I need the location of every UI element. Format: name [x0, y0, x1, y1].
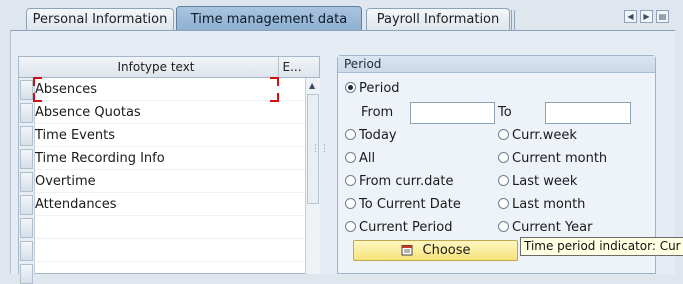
- radio-current-month[interactable]: Current month: [498, 150, 607, 168]
- row-selector-column: [19, 78, 35, 284]
- table-row[interactable]: [35, 239, 305, 262]
- radio-selected-icon: [345, 82, 356, 93]
- grip-icon: ⋮⋮: [311, 144, 329, 154]
- row-selector[interactable]: [20, 126, 33, 146]
- column-header-infotype-text[interactable]: Infotype text: [34, 57, 278, 77]
- row-selector[interactable]: [20, 195, 33, 215]
- period-group-title: Period: [338, 56, 655, 73]
- cell-focus-marker: [33, 77, 279, 102]
- scrollbar-thumb[interactable]: ⋮⋮: [307, 94, 329, 204]
- table-row[interactable]: Overtime: [35, 170, 305, 193]
- row-selector[interactable]: [20, 172, 33, 192]
- radio-last-month[interactable]: Last month: [498, 196, 585, 214]
- vertical-scrollbar[interactable]: ▲ ⋮⋮: [305, 78, 329, 274]
- column-header-e[interactable]: E...: [278, 57, 305, 77]
- table-header: Infotype text E...: [19, 57, 319, 78]
- table-row[interactable]: Attendances: [35, 193, 305, 216]
- arrow-right-icon[interactable]: ▶: [640, 10, 653, 23]
- radio-last-week[interactable]: Last week: [498, 173, 577, 191]
- from-date-input[interactable]: [410, 102, 495, 124]
- tab-strip: Personal Information Time management dat…: [0, 0, 683, 31]
- tab-list-icon[interactable]: ▤: [656, 10, 669, 23]
- radio-to-current-date[interactable]: To Current Date: [345, 196, 461, 214]
- radio-today[interactable]: Today: [345, 127, 397, 145]
- radio-period[interactable]: Period: [345, 80, 400, 98]
- radio-from-current-date[interactable]: From curr.date: [345, 173, 453, 191]
- table-row[interactable]: Time Recording Info: [35, 147, 305, 170]
- infotype-table: Infotype text E... Absences Absence Quot…: [18, 56, 329, 284]
- row-selector[interactable]: [20, 264, 33, 284]
- table-row[interactable]: [35, 216, 305, 239]
- tab-personal-information[interactable]: Personal Information: [26, 8, 174, 30]
- row-selector[interactable]: [20, 241, 33, 261]
- scroll-up-icon[interactable]: ▲: [309, 81, 315, 90]
- tab-time-management-data[interactable]: Time management data: [176, 6, 362, 31]
- table-row[interactable]: Absence Quotas: [35, 101, 305, 124]
- radio-current-year[interactable]: Current Year: [498, 219, 592, 237]
- radio-current-week[interactable]: Curr.week: [498, 127, 577, 145]
- choose-button-label: Choose: [422, 243, 471, 258]
- row-selector[interactable]: [20, 80, 33, 100]
- row-selector[interactable]: [20, 149, 33, 169]
- row-selector[interactable]: [20, 218, 33, 238]
- arrow-left-icon[interactable]: ◀: [624, 10, 637, 23]
- tooltip: Time period indicator: Cur: [520, 237, 683, 256]
- row-selector[interactable]: [20, 103, 33, 123]
- radio-all[interactable]: All: [345, 150, 375, 168]
- to-date-input[interactable]: [545, 102, 631, 124]
- radio-current-period[interactable]: Current Period: [345, 219, 453, 237]
- table-row[interactable]: Time Events: [35, 124, 305, 147]
- to-label: To: [498, 105, 512, 120]
- radio-label: Period: [359, 81, 400, 96]
- tab-overflow-edge: [511, 10, 515, 30]
- choose-icon: [401, 244, 412, 255]
- choose-button[interactable]: Choose: [353, 240, 518, 261]
- from-label: From: [361, 105, 394, 120]
- tab-payroll-information[interactable]: Payroll Information: [366, 8, 510, 30]
